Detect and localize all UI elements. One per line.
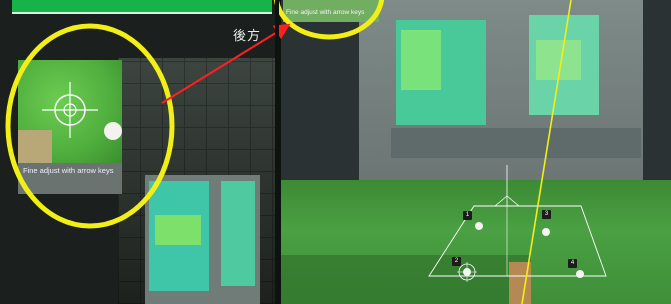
zone-number-badge: 3	[542, 210, 551, 219]
left-zoom-panel: 後方 Fine adjust with arrow keys	[0, 0, 277, 304]
screenshot-root: 後方 Fine adjust with arrow keys 1 2 3 4 F…	[0, 0, 671, 304]
fine-adjust-preview	[18, 60, 122, 163]
crosshair-icon	[42, 82, 98, 138]
camera-zone-guide	[428, 165, 607, 282]
screen-panel	[221, 181, 255, 286]
golf-ball	[576, 270, 584, 278]
screen-panel	[155, 215, 201, 245]
zone-number-badge: 4	[568, 259, 577, 268]
fine-adjust-caption: Fine adjust with arrow keys	[18, 163, 122, 194]
projected-screen-small	[145, 175, 260, 304]
zone-number-badge: 2	[452, 257, 461, 266]
top-green-bar	[12, 0, 272, 14]
rear-view-label: 後方	[233, 29, 262, 44]
fine-adjust-card[interactable]: Fine adjust with arrow keys	[18, 60, 122, 194]
right-room-photo: 1 2 3 4	[281, 0, 671, 304]
golf-ball	[475, 222, 483, 230]
zone-number-badge: 1	[463, 211, 472, 220]
golf-ball	[542, 228, 550, 236]
fine-adjust-zoom-caption: Fine adjust with arrow keys	[286, 9, 365, 16]
golf-ball	[463, 268, 471, 276]
